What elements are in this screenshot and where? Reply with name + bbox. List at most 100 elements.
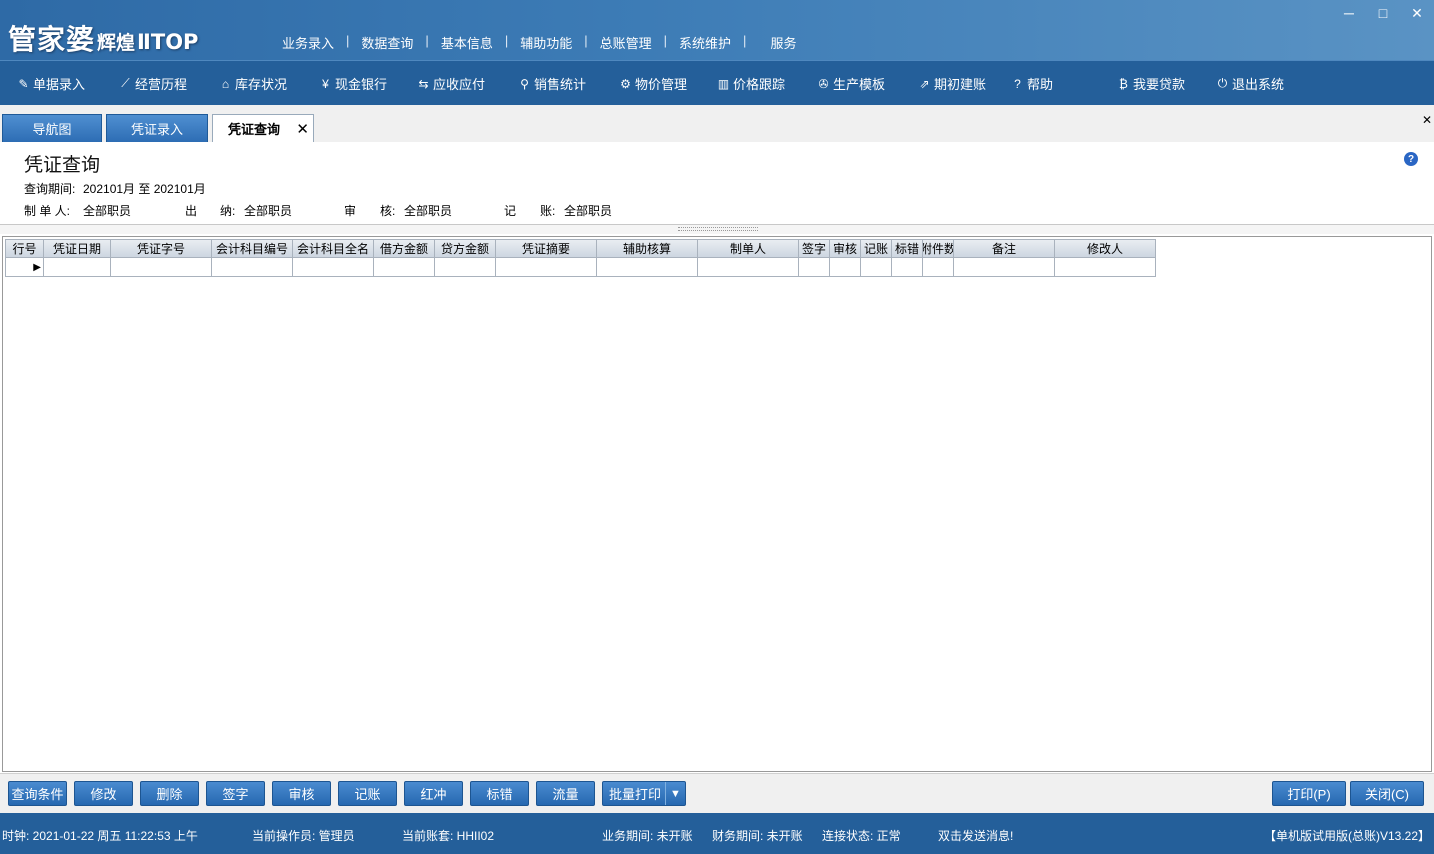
modify-button[interactable]: 修改 — [74, 781, 133, 806]
cell-remark[interactable] — [954, 258, 1055, 277]
cell-post[interactable] — [861, 258, 892, 277]
toolbar-document-entry[interactable]: ✎ 单据录入 — [16, 61, 85, 106]
cell-flag[interactable] — [892, 258, 923, 277]
status-biz-period: 业务期间: 未开账 — [602, 829, 693, 843]
col-header-sign[interactable]: 签字 — [799, 239, 830, 258]
post-button[interactable]: 记账 — [338, 781, 397, 806]
red-reverse-button[interactable]: 红冲 — [404, 781, 463, 806]
document-edit-icon: ✎ — [18, 76, 29, 91]
cash-flow-button[interactable]: 流量 — [536, 781, 595, 806]
close-all-tabs-icon[interactable]: ✕ — [1422, 113, 1432, 127]
transfer-arrows-icon: ⇆ — [418, 76, 429, 91]
maker-value: 全部职员 — [83, 204, 132, 218]
toolbar-inventory[interactable]: ⌂ 库存状况 — [218, 61, 287, 106]
toolbar-sales-stats[interactable]: ⚲ 销售统计 — [517, 61, 586, 106]
cell-debit[interactable] — [374, 258, 435, 277]
status-fin-period: 财务期间: 未开账 — [712, 829, 803, 843]
toolbar-exit[interactable]: ⏻ 退出系统 — [1215, 61, 1284, 106]
cell-credit[interactable] — [435, 258, 496, 277]
toolbar-price-management[interactable]: ⚙ 物价管理 — [618, 61, 687, 106]
toolbar-opening-setup[interactable]: ⇗ 期初建账 — [917, 61, 986, 106]
menu-general-ledger[interactable]: 总账管理 — [588, 33, 664, 52]
cell-attachments[interactable] — [923, 258, 954, 277]
help-icon[interactable]: ? — [1404, 152, 1418, 166]
main-toolbar: ✎ 单据录入 ⟋ 经营历程 ⌂ 库存状况 ¥ 现金银行 ⇆ 应收应付 ⚲ 销售统计 ⚙ 物价管… — [0, 60, 1434, 105]
audit-button[interactable]: 审核 — [272, 781, 331, 806]
menu-auxiliary[interactable]: 辅助功能 — [508, 33, 584, 52]
power-icon: ⏻ — [1217, 76, 1228, 90]
toolbar-business-history[interactable]: ⟋ 经营历程 — [118, 61, 187, 106]
splitter-handle[interactable] — [0, 224, 1434, 234]
cell-voucher-date[interactable] — [44, 258, 111, 277]
cashier-label-b: 纳: — [220, 204, 236, 218]
cell-sign[interactable] — [799, 258, 830, 277]
cell-voucher-number[interactable] — [111, 258, 212, 277]
col-header-credit[interactable]: 贷方金额 — [435, 239, 496, 258]
col-header-account-name[interactable]: 会计科目全名 — [293, 239, 374, 258]
cell-summary[interactable] — [496, 258, 597, 277]
menu-data-query[interactable]: 数据查询 — [349, 33, 425, 52]
app-logo: 管家婆 辉煌 ⅡTOP — [8, 18, 198, 56]
tab-strip: 导航图 凭证录入 凭证查询 ✕ ✕ — [0, 105, 1434, 142]
cell-account-name[interactable] — [293, 258, 374, 277]
maximize-icon[interactable]: □ — [1366, 2, 1400, 24]
toolbar-receivable-payable[interactable]: ⇆ 应收应付 — [416, 61, 485, 106]
toolbar-production-template[interactable]: ✇ 生产模板 — [816, 61, 885, 106]
col-header-voucher-date[interactable]: 凭证日期 — [44, 239, 111, 258]
page-title: 凭证查询 — [24, 155, 101, 176]
menu-basic-info[interactable]: 基本信息 — [429, 33, 505, 52]
sign-button[interactable]: 签字 — [206, 781, 265, 806]
cell-audit[interactable] — [830, 258, 861, 277]
status-version: 【单机版试用版(总账)V13.22】 — [1263, 829, 1430, 843]
line-chart-icon: ⟋ — [121, 76, 130, 90]
status-account: 当前账套: HHII02 — [402, 829, 495, 843]
auditor-label-b: 核: — [380, 204, 396, 218]
tab-voucher-query[interactable]: 凭证查询 ✕ — [212, 114, 314, 142]
col-header-audit[interactable]: 审核 — [830, 239, 861, 258]
batch-print-button[interactable]: 批量打印 ▼ — [602, 781, 686, 806]
menu-business-entry[interactable]: 业务录入 — [270, 33, 346, 52]
col-header-remark[interactable]: 备注 — [954, 239, 1055, 258]
close-icon[interactable]: ✕ — [1400, 2, 1434, 24]
delete-button[interactable]: 删除 — [140, 781, 199, 806]
col-header-voucher-number[interactable]: 凭证字号 — [111, 239, 212, 258]
query-header: 凭证查询 ? 查询期间: 202101月 至 202101月 制 单 人: 全部… — [0, 142, 1434, 224]
toolbar-cash-bank[interactable]: ¥ 现金银行 — [318, 61, 387, 106]
col-header-post[interactable]: 记账 — [861, 239, 892, 258]
help-question-icon: ? — [1014, 76, 1021, 91]
tab-navigation[interactable]: 导航图 — [2, 114, 102, 142]
poster-label-b: 账: — [540, 204, 556, 218]
send-message-link[interactable]: 双击发送消息! — [938, 827, 1013, 844]
col-header-modifier[interactable]: 修改人 — [1055, 239, 1156, 258]
dropdown-arrow-icon[interactable]: ▼ — [665, 782, 685, 805]
col-header-account-code[interactable]: 会计科目编号 — [212, 239, 293, 258]
toolbar-loan[interactable]: ₿ 我要贷款 — [1116, 61, 1185, 106]
close-button[interactable]: 关闭(C) — [1350, 781, 1424, 806]
col-header-summary[interactable]: 凭证摘要 — [496, 239, 597, 258]
col-header-debit[interactable]: 借方金额 — [374, 239, 435, 258]
menu-system-maintenance[interactable]: 系统维护 — [667, 33, 743, 52]
col-header-flag[interactable]: 标错 — [892, 239, 923, 258]
col-header-line-no[interactable]: 行号 — [5, 239, 44, 258]
poster-label-a: 记 — [504, 204, 517, 218]
cell-maker[interactable] — [698, 258, 799, 277]
print-button[interactable]: 打印(P) — [1272, 781, 1346, 806]
cell-modifier[interactable] — [1055, 258, 1156, 277]
minimize-icon[interactable]: ─ — [1332, 2, 1366, 24]
auditor-label-a: 审 — [344, 204, 357, 218]
toolbar-help[interactable]: ? 帮助 — [1010, 61, 1053, 106]
cell-account-code[interactable] — [212, 258, 293, 277]
logo-main: 管家婆 — [8, 23, 96, 56]
query-conditions-button[interactable]: 查询条件 — [8, 781, 67, 806]
wrench-icon: ✇ — [818, 76, 829, 91]
col-header-attachments[interactable]: 附件数 — [923, 239, 954, 258]
toolbar-price-tracking[interactable]: ▥ 价格跟踪 — [716, 61, 785, 106]
warehouse-icon: ⌂ — [221, 76, 230, 91]
col-header-maker[interactable]: 制单人 — [698, 239, 799, 258]
tab-voucher-entry[interactable]: 凭证录入 — [106, 114, 208, 142]
tab-close-icon[interactable]: ✕ — [296, 120, 309, 138]
flag-error-button[interactable]: 标错 — [470, 781, 529, 806]
col-header-aux[interactable]: 辅助核算 — [597, 239, 698, 258]
cell-aux[interactable] — [597, 258, 698, 277]
menu-service[interactable]: 服务 — [746, 33, 808, 52]
